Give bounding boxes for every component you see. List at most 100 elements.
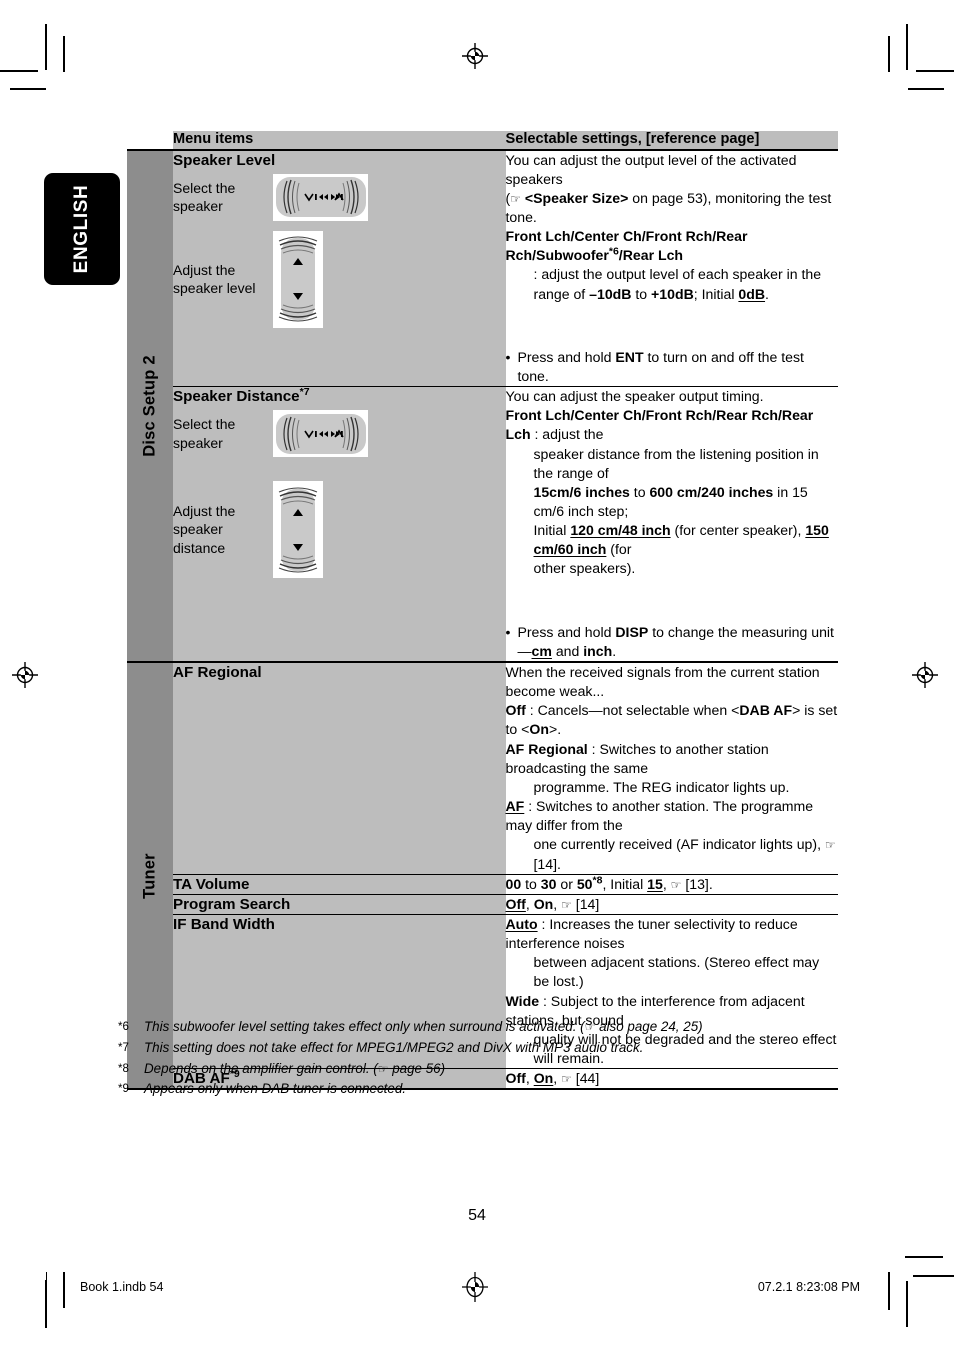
- pointing-hand-icon: ☞: [510, 191, 521, 206]
- sl-line2: (☞ <Speaker Size> on page 53), monitorin…: [506, 189, 839, 227]
- ps-t2: ,: [553, 895, 562, 912]
- afr-af-cont-post: [14].: [533, 855, 561, 872]
- footnote-text-pre: Depends on the amplifier gain control. (: [144, 1060, 378, 1076]
- sd-t1: to: [629, 483, 650, 500]
- header-cell-menu-items: Menu items: [173, 131, 506, 151]
- pointing-hand-icon: ☞: [377, 1061, 389, 1076]
- tav-max30: 30: [540, 875, 557, 892]
- table-row-speaker-distance: Speaker Distance*7 Select the speaker Ad…: [127, 386, 839, 663]
- footnote-text: Depends on the amplifier gain control. (…: [144, 1059, 445, 1080]
- menu-title-text: Speaker Distance: [173, 388, 300, 406]
- sd-l4: other speakers).: [533, 560, 636, 577]
- sl-desc-mid2: ; Initial: [693, 285, 739, 302]
- menu-title-if-band-width: IF Band Width: [173, 915, 275, 933]
- horizontal-rocker-button-icon: [273, 410, 368, 458]
- tav-max50: 50: [576, 875, 593, 892]
- category-label-disc-setup-2: Disc Setup 2: [140, 355, 159, 457]
- settings-body-speaker-distance: You can adjust the speaker output timing…: [506, 387, 839, 661]
- sd-note-mid2: and: [551, 642, 584, 659]
- step-label-select-speaker: Select the speaker: [173, 416, 236, 451]
- afr-af: AF : Switches to another station. The pr…: [506, 797, 839, 835]
- afr-af-cont-pre: one currently received (AF indicator lig…: [533, 836, 825, 853]
- menu-cell-program-search: Program Search: [173, 894, 506, 915]
- afr-regional-label: AF Regional: [505, 740, 588, 757]
- sd-min: 15cm/6 inches: [533, 483, 630, 500]
- horizontal-rocker-button-icon: [273, 173, 368, 221]
- step-label-adjust-speaker-level: Adjust the speaker level: [173, 261, 256, 296]
- print-bar-rule-left: [46, 1272, 47, 1306]
- tav-t4: ,: [662, 875, 671, 892]
- crop-mark-tr-v1: [906, 24, 908, 70]
- ifb-auto-label: Auto: [505, 915, 538, 932]
- sd-initial-center: 120 cm/48 inch: [570, 522, 671, 539]
- footnote-text: Appears only when DAB tuner is connected…: [144, 1081, 407, 1097]
- tav-initial: 15: [647, 875, 663, 892]
- settings-table: Menu items Selectable settings, [referen…: [127, 131, 839, 1091]
- footnote-row: *9 Appears only when DAB tuner is connec…: [118, 1079, 858, 1100]
- crop-mark-tr-h2: [908, 88, 944, 90]
- menu-title-speaker-distance: Speaker Distance*7: [173, 387, 506, 406]
- sd-t5: (for: [606, 541, 632, 558]
- footnote-text-post: page 56): [388, 1060, 446, 1076]
- tav-t1: to: [521, 875, 541, 892]
- settings-table-wrapper: Menu items Selectable settings, [referen…: [127, 131, 839, 1091]
- afr-regional-cont: programme. The REG indicator lights up.: [533, 778, 790, 795]
- sd-note-pre: Press and hold: [517, 623, 616, 640]
- table-header-row: Menu items Selectable settings, [referen…: [127, 131, 838, 151]
- sd-l3: Initial 120 cm/48 inch (for center speak…: [506, 521, 839, 559]
- footnote-row: *7 This setting does not take effect for…: [118, 1038, 858, 1059]
- menu-title-ta-volume: TA Volume: [173, 875, 250, 893]
- footnote-text-post: also page 24, 25): [595, 1019, 703, 1034]
- sl-options-star: *6: [608, 245, 619, 258]
- afr-on-ref: On: [529, 721, 549, 738]
- header-label-selectable-settings: Selectable settings, [reference page]: [505, 131, 760, 147]
- menu-title-star: *7: [299, 386, 310, 398]
- sl-speaker-size-ref: <Speaker Size>: [524, 189, 629, 206]
- registration-target-icon-top: [462, 43, 488, 69]
- sd-t3: Initial: [533, 522, 571, 539]
- afr-line1: When the received signals from the curre…: [505, 663, 820, 700]
- ifb-auto-cont: between adjacent stations. (Stereo effec…: [533, 954, 820, 990]
- afr-af-label: AF: [505, 798, 525, 815]
- ps-off: Off: [505, 895, 526, 912]
- print-bar-timestamp: 07.2.1 8:23:08 PM: [757, 1280, 860, 1294]
- pointing-hand-icon: ☞: [561, 897, 572, 912]
- sl-min: –10dB: [589, 285, 632, 302]
- bullet-dot: •: [505, 348, 511, 365]
- sl-note-text: Press and hold ENT to turn on and off th…: [517, 348, 838, 386]
- sl-desc: : adjust the output level of each speake…: [506, 265, 839, 303]
- settings-body-ta-volume: 00 to 30 or 50*8, Initial 15, ☞ [13].: [506, 875, 839, 894]
- sd-options: Front Lch/Center Ch/Front Rch/Rear Rch/R…: [506, 406, 839, 444]
- footnote-row: *6 This subwoofer level setting takes ef…: [118, 1017, 858, 1038]
- sd-l2: 15cm/6 inches to 600 cm/240 inches in 15…: [506, 483, 839, 521]
- sl-options-text2: /Rear Lch: [618, 247, 684, 264]
- footnote-text: This setting does not take effect for MP…: [144, 1039, 644, 1055]
- menu-title-speaker-level: Speaker Level: [173, 151, 506, 170]
- sl-initial: 0dB: [738, 285, 766, 302]
- crop-mark-tl-v2: [63, 36, 65, 72]
- footnote-text-pre: This subwoofer level setting takes effec…: [144, 1019, 585, 1034]
- pointing-hand-icon: ☞: [670, 877, 682, 892]
- category-strip-blank: [127, 131, 173, 150]
- sl-desc-mid: to: [631, 285, 652, 302]
- sl-options: Front Lch/Center Ch/Front Rch/Rear Rch/S…: [506, 227, 839, 265]
- ifb-auto-text: : Increases the tuner selectivity to red…: [505, 915, 798, 952]
- footnotes-block: *6 This subwoofer level setting takes ef…: [118, 1017, 858, 1100]
- menu-cell-af-regional: AF Regional: [173, 660, 506, 875]
- category-strip-disc-setup-2: Disc Setup 2: [127, 148, 173, 662]
- settings-body-speaker-level: You can adjust the output level of the a…: [506, 151, 839, 387]
- step-label-select-speaker: Select the speaker: [173, 179, 236, 214]
- afr-off-t1: : Cancels—not selectable when <: [525, 702, 740, 719]
- crop-mark-tr-h1: [916, 70, 954, 72]
- menu-cell-ta-volume: TA Volume: [173, 874, 506, 895]
- language-tab-label: ENGLISH: [71, 184, 92, 274]
- table-row-program-search: Program Search Off, On, ☞ [14]: [127, 894, 838, 915]
- sl-desc-end: .: [765, 285, 769, 302]
- sl-note: • Press and hold ENT to turn on and off …: [506, 348, 839, 386]
- pointing-hand-icon: ☞: [824, 838, 836, 853]
- step-adjust-level-1: Adjust the speaker level: [173, 230, 506, 328]
- ps-t1: ,: [525, 895, 534, 912]
